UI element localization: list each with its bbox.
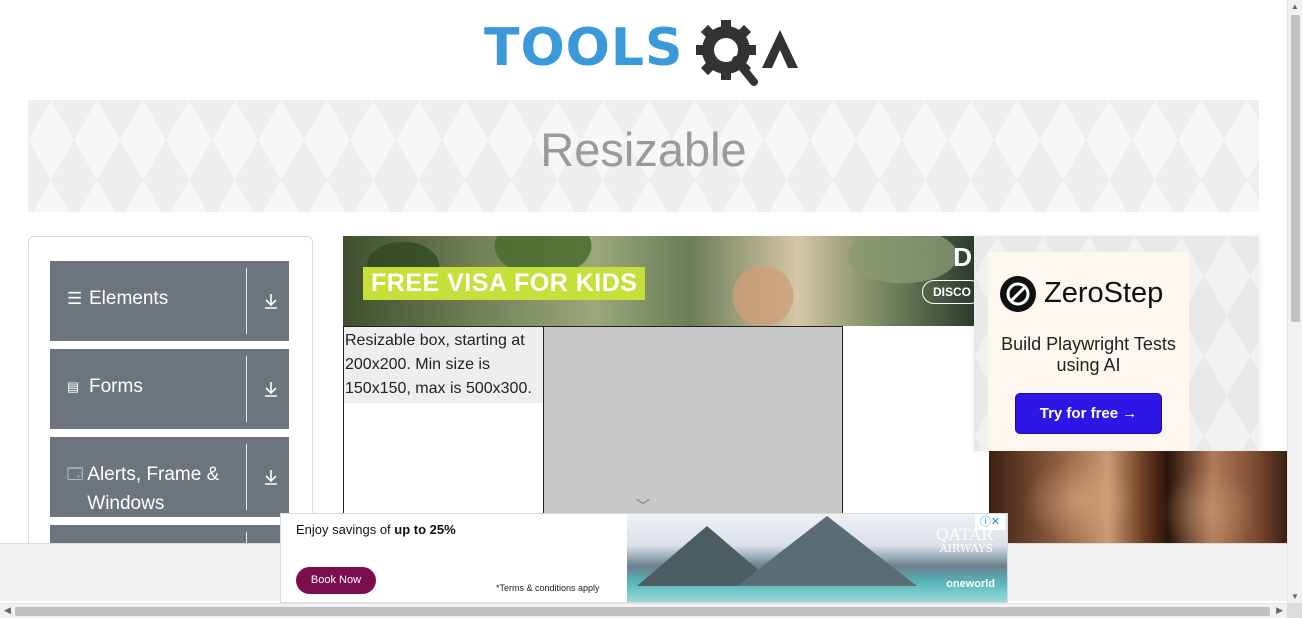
resizable-box-text: Resizable box, starting at 200x200. Min …: [344, 327, 543, 403]
scroll-up-icon[interactable]: ▲: [1291, 2, 1299, 11]
sidebar-group-alerts[interactable]: 🗔 Alerts, Frame & Windows: [50, 437, 289, 517]
ad-cta-button[interactable]: DISCO: [921, 280, 974, 304]
sidebar-group-forms[interactable]: ▤ Forms: [50, 349, 289, 429]
zerostep-logo-icon: [1000, 276, 1036, 312]
resizable-container: Resizable box, starting at 200x200. Min …: [343, 326, 843, 514]
logo-tools-text: TOOLS: [484, 18, 684, 78]
ad-savings-text: Enjoy savings of up to 25%: [296, 522, 456, 537]
ad-banner-visa[interactable]: FREE VISA FOR KIDS D DISCO: [343, 236, 974, 326]
window-icon: 🗔: [67, 466, 84, 483]
divider: [246, 356, 247, 422]
ad-card: ZeroStep Build Playwright Tests using AI…: [988, 252, 1189, 452]
download-icon[interactable]: [262, 380, 280, 398]
scroll-down-icon[interactable]: ▼: [1291, 592, 1299, 601]
horizontal-scrollbar[interactable]: ◀ ▶: [0, 603, 1287, 618]
document-icon: ▤: [67, 379, 80, 394]
mountain-shape: [737, 516, 917, 586]
scroll-left-icon[interactable]: ◀: [4, 605, 11, 616]
adchoices-close-icon[interactable]: ⓘ✕: [975, 514, 1005, 530]
divider: [246, 268, 247, 334]
ad-headline: Build Playwright Tests using AI: [1001, 334, 1176, 375]
download-icon[interactable]: [262, 468, 280, 486]
try-for-free-button[interactable]: Try for free →: [1016, 394, 1161, 433]
divider: [246, 444, 247, 510]
hamburger-icon: ☰: [67, 289, 83, 308]
ad-headline: FREE VISA FOR KIDS: [363, 267, 646, 300]
toolsqa-logo[interactable]: TOOLS: [484, 14, 808, 90]
scrollbar-corner: [1287, 603, 1302, 618]
oneworld-logo: oneworld: [946, 578, 995, 590]
ad-brand: ZeroStep: [1044, 277, 1164, 309]
ad-image-movie[interactable]: [989, 451, 1287, 543]
book-now-button[interactable]: Book Now: [296, 567, 376, 594]
scrollbar-thumb[interactable]: [15, 607, 1270, 616]
sidebar-group-elements[interactable]: ☰ Elements: [50, 261, 289, 341]
ad-image-mountains: QATAR AIRWAYS oneworld: [627, 514, 1007, 602]
vertical-scrollbar[interactable]: ▲ ▼: [1287, 0, 1302, 603]
ad-qatar-airways[interactable]: Enjoy savings of up to 25% Book Now *Ter…: [280, 513, 1008, 603]
gear-magnifier-icon: [696, 20, 798, 86]
ad-terms: *Terms & conditions apply: [496, 583, 600, 593]
qatar-airways-logo: QATAR AIRWAYS: [935, 525, 993, 556]
ad-corner-text: D: [953, 242, 972, 272]
sidebar-group-label: Elements: [89, 288, 169, 309]
scrollbar-thumb[interactable]: [1291, 15, 1300, 322]
sidebar-group-label: Alerts, Frame & Windows: [87, 464, 220, 514]
scroll-right-icon[interactable]: ▶: [1276, 605, 1283, 616]
ad-zerostep[interactable]: ZeroStep Build Playwright Tests using AI…: [974, 236, 1259, 452]
page-title: Resizable: [540, 123, 747, 176]
download-icon[interactable]: [262, 292, 280, 310]
sidebar: ☰ Elements ▤ Forms 🗔 Alerts, Frame & Win…: [28, 236, 313, 566]
page-banner: Resizable: [28, 100, 1259, 212]
resizable-box[interactable]: Resizable box, starting at 200x200. Min …: [344, 327, 544, 513]
sidebar-group-label: Forms: [89, 376, 143, 397]
resizable-background: [544, 327, 842, 513]
